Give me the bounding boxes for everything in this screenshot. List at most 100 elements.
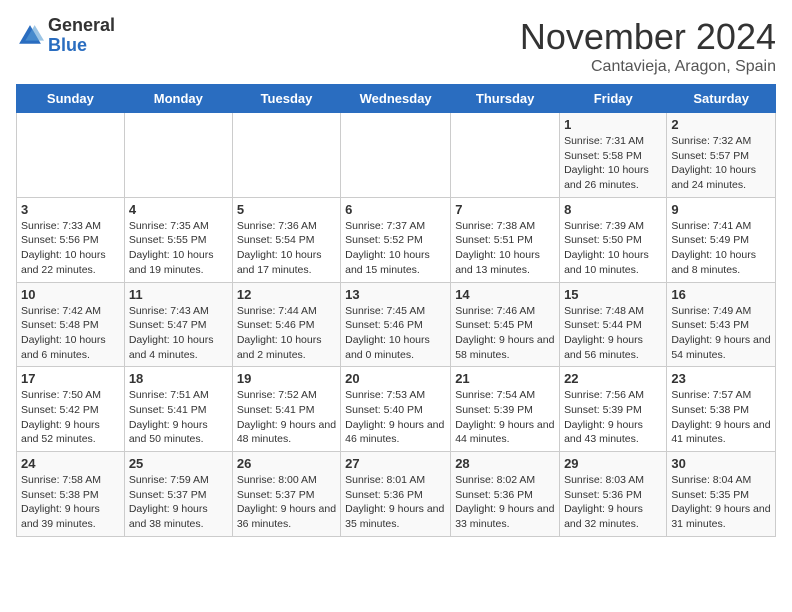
calendar-cell <box>451 113 560 198</box>
day-number: 2 <box>671 117 771 132</box>
calendar-cell: 12 Sunrise: 7:44 AM Sunset: 5:46 PM Dayli… <box>232 282 340 367</box>
logo-general-text: General <box>48 15 115 35</box>
day-number: 28 <box>455 456 555 471</box>
day-number: 22 <box>564 371 662 386</box>
day-number: 15 <box>564 287 662 302</box>
day-number: 19 <box>237 371 336 386</box>
day-info: Sunrise: 7:52 AM Sunset: 5:41 PM Dayligh… <box>237 388 336 447</box>
calendar-cell: 15 Sunrise: 7:48 AM Sunset: 5:44 PM Dayli… <box>560 282 667 367</box>
calendar-cell <box>341 113 451 198</box>
calendar-week-row: 1 Sunrise: 7:31 AM Sunset: 5:58 PM Daylig… <box>17 113 776 198</box>
calendar-table: SundayMondayTuesdayWednesdayThursdayFrid… <box>16 84 776 537</box>
day-number: 9 <box>671 202 771 217</box>
day-info: Sunrise: 7:51 AM Sunset: 5:41 PM Dayligh… <box>129 388 228 447</box>
day-number: 7 <box>455 202 555 217</box>
calendar-cell: 19 Sunrise: 7:52 AM Sunset: 5:41 PM Dayli… <box>232 367 340 452</box>
day-number: 24 <box>21 456 120 471</box>
calendar-cell: 1 Sunrise: 7:31 AM Sunset: 5:58 PM Daylig… <box>560 113 667 198</box>
day-number: 10 <box>21 287 120 302</box>
day-number: 12 <box>237 287 336 302</box>
calendar-cell: 18 Sunrise: 7:51 AM Sunset: 5:41 PM Dayli… <box>124 367 232 452</box>
logo: General Blue <box>16 16 115 56</box>
day-number: 20 <box>345 371 446 386</box>
page-header: General Blue November 2024 Cantavieja, A… <box>16 16 776 76</box>
calendar-week-row: 3Sunrise: 7:33 AM Sunset: 5:56 PM Daylig… <box>17 197 776 282</box>
day-number: 29 <box>564 456 662 471</box>
day-number: 8 <box>564 202 662 217</box>
day-info: Sunrise: 8:03 AM Sunset: 5:36 PM Dayligh… <box>564 473 662 532</box>
day-info: Sunrise: 7:50 AM Sunset: 5:42 PM Dayligh… <box>21 388 120 447</box>
day-number: 13 <box>345 287 446 302</box>
weekday-header: Wednesday <box>341 85 451 113</box>
day-info: Sunrise: 8:04 AM Sunset: 5:35 PM Dayligh… <box>671 473 771 532</box>
day-info: Sunrise: 7:59 AM Sunset: 5:37 PM Dayligh… <box>129 473 228 532</box>
weekday-header: Monday <box>124 85 232 113</box>
calendar-cell: 23Sunrise: 7:57 AM Sunset: 5:38 PM Dayli… <box>667 367 776 452</box>
day-number: 25 <box>129 456 228 471</box>
calendar-cell: 28 Sunrise: 8:02 AM Sunset: 5:36 PM Dayli… <box>451 452 560 537</box>
calendar-cell: 7 Sunrise: 7:38 AM Sunset: 5:51 PM Daylig… <box>451 197 560 282</box>
calendar-cell: 11 Sunrise: 7:43 AM Sunset: 5:47 PM Dayli… <box>124 282 232 367</box>
day-info: Sunrise: 7:38 AM Sunset: 5:51 PM Dayligh… <box>455 219 555 278</box>
calendar-cell: 25 Sunrise: 7:59 AM Sunset: 5:37 PM Dayli… <box>124 452 232 537</box>
day-info: Sunrise: 8:01 AM Sunset: 5:36 PM Dayligh… <box>345 473 446 532</box>
day-number: 5 <box>237 202 336 217</box>
day-info: Sunrise: 8:02 AM Sunset: 5:36 PM Dayligh… <box>455 473 555 532</box>
day-info: Sunrise: 7:45 AM Sunset: 5:46 PM Dayligh… <box>345 304 446 363</box>
day-number: 3 <box>21 202 120 217</box>
day-number: 4 <box>129 202 228 217</box>
day-info: Sunrise: 7:53 AM Sunset: 5:40 PM Dayligh… <box>345 388 446 447</box>
calendar-cell: 4 Sunrise: 7:35 AM Sunset: 5:55 PM Daylig… <box>124 197 232 282</box>
day-info: Sunrise: 7:39 AM Sunset: 5:50 PM Dayligh… <box>564 219 662 278</box>
day-info: Sunrise: 8:00 AM Sunset: 5:37 PM Dayligh… <box>237 473 336 532</box>
title-block: November 2024 Cantavieja, Aragon, Spain <box>520 16 776 76</box>
calendar-cell: 24Sunrise: 7:58 AM Sunset: 5:38 PM Dayli… <box>17 452 125 537</box>
day-info: Sunrise: 7:36 AM Sunset: 5:54 PM Dayligh… <box>237 219 336 278</box>
calendar-cell: 13 Sunrise: 7:45 AM Sunset: 5:46 PM Dayli… <box>341 282 451 367</box>
weekday-header: Saturday <box>667 85 776 113</box>
calendar-cell: 30Sunrise: 8:04 AM Sunset: 5:35 PM Dayli… <box>667 452 776 537</box>
calendar-week-row: 10Sunrise: 7:42 AM Sunset: 5:48 PM Dayli… <box>17 282 776 367</box>
calendar-cell <box>124 113 232 198</box>
calendar-cell: 9Sunrise: 7:41 AM Sunset: 5:49 PM Daylig… <box>667 197 776 282</box>
day-number: 26 <box>237 456 336 471</box>
day-number: 6 <box>345 202 446 217</box>
calendar-cell: 3Sunrise: 7:33 AM Sunset: 5:56 PM Daylig… <box>17 197 125 282</box>
logo-blue-text: Blue <box>48 35 87 55</box>
day-info: Sunrise: 7:32 AM Sunset: 5:57 PM Dayligh… <box>671 134 771 193</box>
calendar-cell: 14 Sunrise: 7:46 AM Sunset: 5:45 PM Dayli… <box>451 282 560 367</box>
calendar-cell: 22 Sunrise: 7:56 AM Sunset: 5:39 PM Dayli… <box>560 367 667 452</box>
day-info: Sunrise: 7:54 AM Sunset: 5:39 PM Dayligh… <box>455 388 555 447</box>
weekday-header: Sunday <box>17 85 125 113</box>
day-info: Sunrise: 7:44 AM Sunset: 5:46 PM Dayligh… <box>237 304 336 363</box>
day-number: 1 <box>564 117 662 132</box>
day-info: Sunrise: 7:31 AM Sunset: 5:58 PM Dayligh… <box>564 134 662 193</box>
day-info: Sunrise: 7:48 AM Sunset: 5:44 PM Dayligh… <box>564 304 662 363</box>
calendar-cell <box>232 113 340 198</box>
day-info: Sunrise: 7:49 AM Sunset: 5:43 PM Dayligh… <box>671 304 771 363</box>
day-number: 16 <box>671 287 771 302</box>
calendar-header-row: SundayMondayTuesdayWednesdayThursdayFrid… <box>17 85 776 113</box>
calendar-cell: 29 Sunrise: 8:03 AM Sunset: 5:36 PM Dayli… <box>560 452 667 537</box>
weekday-header: Thursday <box>451 85 560 113</box>
calendar-cell: 6Sunrise: 7:37 AM Sunset: 5:52 PM Daylig… <box>341 197 451 282</box>
calendar-cell: 20 Sunrise: 7:53 AM Sunset: 5:40 PM Dayli… <box>341 367 451 452</box>
day-number: 18 <box>129 371 228 386</box>
calendar-cell: 16 Sunrise: 7:49 AM Sunset: 5:43 PM Dayli… <box>667 282 776 367</box>
day-info: Sunrise: 7:43 AM Sunset: 5:47 PM Dayligh… <box>129 304 228 363</box>
location-subtitle: Cantavieja, Aragon, Spain <box>520 58 776 76</box>
day-info: Sunrise: 7:56 AM Sunset: 5:39 PM Dayligh… <box>564 388 662 447</box>
calendar-cell: 21Sunrise: 7:54 AM Sunset: 5:39 PM Dayli… <box>451 367 560 452</box>
calendar-cell: 5 Sunrise: 7:36 AM Sunset: 5:54 PM Daylig… <box>232 197 340 282</box>
calendar-week-row: 24Sunrise: 7:58 AM Sunset: 5:38 PM Dayli… <box>17 452 776 537</box>
day-number: 27 <box>345 456 446 471</box>
day-number: 11 <box>129 287 228 302</box>
calendar-cell: 2 Sunrise: 7:32 AM Sunset: 5:57 PM Daylig… <box>667 113 776 198</box>
weekday-header: Tuesday <box>232 85 340 113</box>
day-number: 14 <box>455 287 555 302</box>
day-info: Sunrise: 7:46 AM Sunset: 5:45 PM Dayligh… <box>455 304 555 363</box>
day-info: Sunrise: 7:57 AM Sunset: 5:38 PM Dayligh… <box>671 388 771 447</box>
day-info: Sunrise: 7:35 AM Sunset: 5:55 PM Dayligh… <box>129 219 228 278</box>
calendar-cell: 10Sunrise: 7:42 AM Sunset: 5:48 PM Dayli… <box>17 282 125 367</box>
calendar-week-row: 17Sunrise: 7:50 AM Sunset: 5:42 PM Dayli… <box>17 367 776 452</box>
